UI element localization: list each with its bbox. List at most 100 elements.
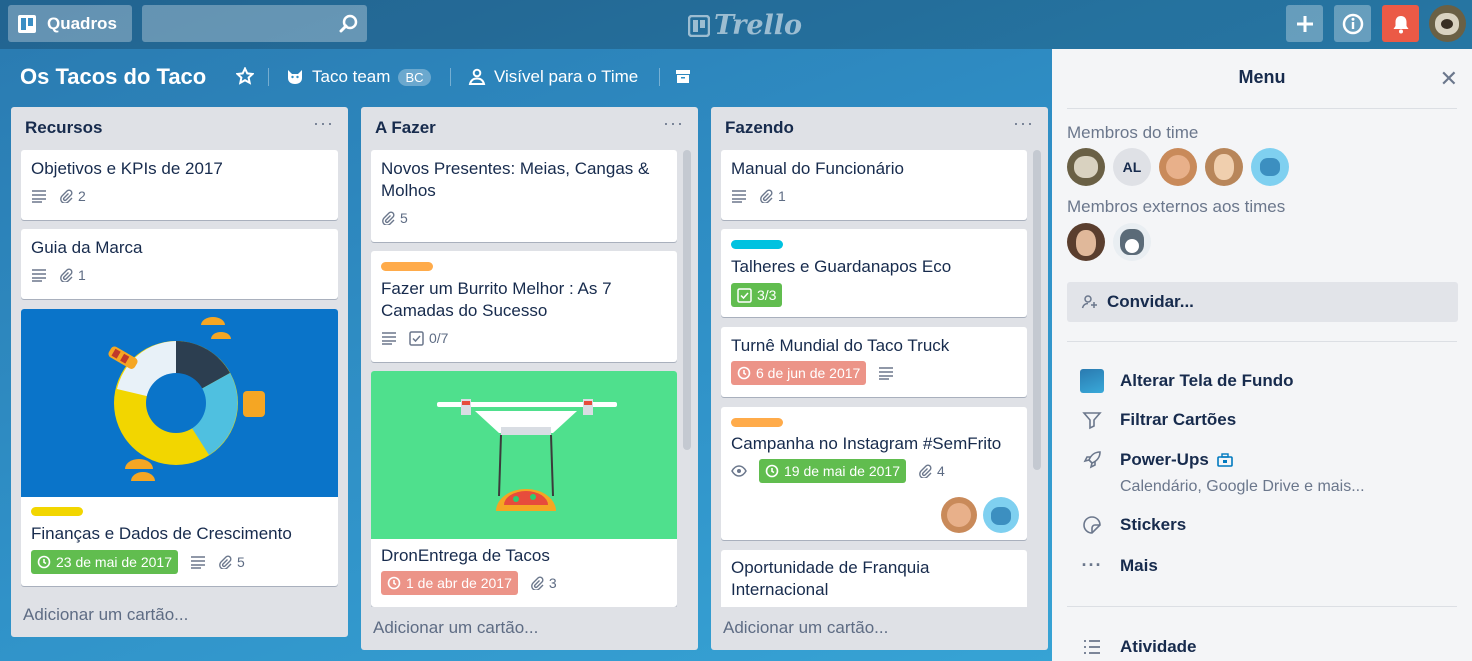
- card[interactable]: Manual do Funcionário 1: [721, 150, 1027, 220]
- list-menu-button[interactable]: ···: [663, 113, 684, 134]
- team-badge: BC: [398, 68, 431, 86]
- list-cards: Novos Presentes: Meias, Cangas & Molhos …: [361, 150, 698, 607]
- menu-item-more[interactable]: ··· Mais: [1080, 555, 1158, 576]
- star-icon: [236, 67, 254, 85]
- card-title: Talheres e Guardanapos Eco: [731, 257, 952, 276]
- member-avatar[interactable]: [1205, 148, 1243, 186]
- card-title: Turnê Mundial do Taco Truck: [731, 336, 950, 355]
- business-class-icon: [1216, 453, 1233, 467]
- due-date-badge: 1 de abr de 2017: [381, 571, 518, 595]
- visibility-label: Visível para o Time: [494, 67, 639, 86]
- team-name: Taco team: [312, 67, 391, 86]
- info-icon: [1342, 13, 1363, 34]
- member-avatar[interactable]: [1067, 148, 1105, 186]
- member-avatar[interactable]: [1113, 223, 1151, 261]
- list-title[interactable]: A Fazer: [375, 118, 436, 138]
- card[interactable]: Campanha no Instagram #SemFrito 19 de ma…: [721, 407, 1027, 540]
- list-title[interactable]: Fazendo: [725, 118, 794, 138]
- card-title: Guia da Marca: [31, 238, 143, 257]
- archive-button[interactable]: [674, 67, 692, 85]
- card-title: DronEntrega de Tacos: [381, 546, 550, 565]
- card[interactable]: Novos Presentes: Meias, Cangas & Molhos …: [371, 150, 677, 242]
- add-card-button[interactable]: Adicionar um cartão...: [723, 618, 888, 638]
- card-title: Novos Presentes: Meias, Cangas & Molhos: [381, 159, 650, 200]
- menu-item-power-ups[interactable]: Power-Ups: [1080, 450, 1233, 470]
- plus-icon: [1296, 15, 1313, 32]
- header-divider: [659, 68, 660, 86]
- watch-eye-icon: [731, 465, 747, 477]
- card-label-orange: [731, 418, 783, 427]
- external-members-label: Membros externos aos times: [1067, 197, 1286, 216]
- add-button[interactable]: [1286, 5, 1323, 42]
- activity-header[interactable]: Atividade: [1080, 637, 1197, 657]
- notifications-button[interactable]: [1382, 5, 1419, 42]
- list-menu-button[interactable]: ···: [313, 113, 334, 134]
- background-swatch-icon: [1080, 369, 1104, 393]
- attachment-count: 3: [548, 575, 557, 591]
- card[interactable]: DronEntrega de Tacos 1 de abr de 2017 3: [371, 371, 677, 607]
- member-avatar-initials[interactable]: AL: [1113, 148, 1151, 186]
- card[interactable]: Fazer um Burrito Melhor : As 7 Camadas d…: [371, 251, 677, 362]
- attachment-count: 5: [400, 210, 408, 226]
- menu-item-stickers[interactable]: Stickers: [1080, 515, 1186, 535]
- due-date-text: 6 de jun de 2017: [756, 365, 861, 381]
- invite-button[interactable]: Convidar...: [1067, 282, 1458, 322]
- member-avatar[interactable]: [1251, 148, 1289, 186]
- card-badges: 23 de mai de 2017 5: [31, 550, 245, 574]
- list-title[interactable]: Recursos: [25, 118, 102, 138]
- card[interactable]: Guia da Marca 1: [21, 229, 338, 299]
- card[interactable]: Talheres e Guardanapos Eco 3/3: [721, 229, 1027, 317]
- attachment-count: 1: [778, 188, 786, 204]
- search-input[interactable]: [142, 5, 367, 42]
- clock-icon: [737, 366, 751, 380]
- card[interactable]: Finanças e Dados de Crescimento 23 de ma…: [21, 309, 338, 586]
- member-avatar[interactable]: [1159, 148, 1197, 186]
- boards-icon: [18, 14, 36, 33]
- clock-icon: [387, 576, 401, 590]
- boards-button[interactable]: Quadros: [8, 5, 132, 42]
- trello-logo[interactable]: Trello: [688, 10, 802, 41]
- card-badges: 19 de mai de 2017 4: [731, 459, 945, 483]
- header-bar: Quadros Trello: [0, 0, 1472, 49]
- card[interactable]: Oportunidade de Franquia Internacional: [721, 550, 1027, 607]
- external-members: [1067, 223, 1151, 261]
- board-title[interactable]: Os Tacos do Taco: [20, 64, 206, 90]
- menu-item-background[interactable]: Alterar Tela de Fundo: [1080, 369, 1294, 393]
- team-button[interactable]: Taco team BC: [286, 67, 431, 87]
- user-avatar[interactable]: [1429, 5, 1466, 42]
- more-icon: ···: [1081, 555, 1103, 575]
- member-avatar[interactable]: [1067, 223, 1105, 261]
- card[interactable]: Objetivos e KPIs de 2017 2: [21, 150, 338, 220]
- card-title: Objetivos e KPIs de 2017: [31, 159, 223, 178]
- bell-icon: [1393, 15, 1408, 33]
- attachment-badge: 1: [59, 267, 86, 283]
- team-members-label: Membros do time: [1067, 123, 1199, 142]
- close-icon[interactable]: ✕: [1440, 66, 1458, 92]
- visibility-button[interactable]: Visível para o Time: [468, 67, 638, 87]
- card-title: Finanças e Dados de Crescimento: [31, 524, 292, 543]
- board-menu: Menu ✕ Membros do time AL Membros extern…: [1052, 49, 1472, 661]
- card-badges: 5: [381, 210, 408, 226]
- due-date-text: 23 de mai de 2017: [56, 554, 172, 570]
- add-card-button[interactable]: Adicionar um cartão...: [373, 618, 538, 638]
- paperclip-icon: [382, 211, 395, 225]
- due-date-text: 19 de mai de 2017: [784, 463, 900, 479]
- list-menu-button[interactable]: ···: [1013, 113, 1034, 134]
- description-icon: [732, 190, 746, 203]
- checklist-count: 0/7: [429, 330, 449, 346]
- menu-divider: [1067, 606, 1457, 607]
- menu-divider: [1067, 108, 1457, 109]
- add-card-button[interactable]: Adicionar um cartão...: [23, 605, 188, 625]
- menu-item-filter[interactable]: Filtrar Cartões: [1080, 410, 1236, 430]
- card-member-avatar[interactable]: [941, 497, 977, 533]
- description-icon: [32, 190, 46, 203]
- archive-icon: [676, 70, 690, 83]
- card[interactable]: Turnê Mundial do Taco Truck 6 de jun de …: [721, 327, 1027, 397]
- card-title: Manual do Funcionário: [731, 159, 904, 178]
- paperclip-icon: [219, 555, 232, 569]
- card-member-avatar[interactable]: [983, 497, 1019, 533]
- attachment-badge: 1: [759, 188, 786, 204]
- info-button[interactable]: [1334, 5, 1371, 42]
- star-button[interactable]: [236, 67, 254, 85]
- menu-item-label: Mais: [1120, 555, 1158, 575]
